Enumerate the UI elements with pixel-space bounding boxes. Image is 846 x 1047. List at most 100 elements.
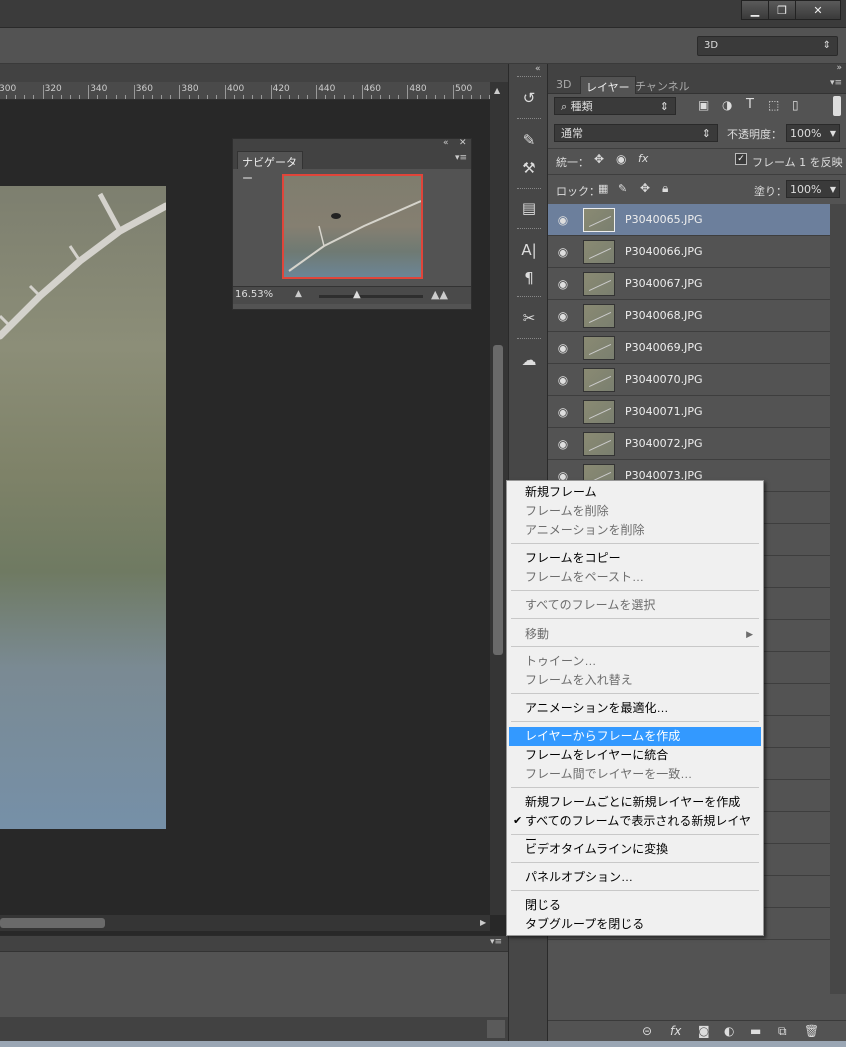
menu-item-new-layers-visible-all-frames[interactable]: ✔ すべてのフレームで表示される新規レイヤー xyxy=(509,812,761,847)
layer-row[interactable]: ◉ P3040066.JPG xyxy=(548,236,830,268)
submenu-arrow-icon: ▶ xyxy=(746,629,753,639)
lock-brush-icon[interactable]: ✎ xyxy=(618,182,627,195)
filter-kind-dropdown[interactable]: ⌕ 種類 ⇕ xyxy=(554,97,676,115)
menu-item-new-frame[interactable]: 新規フレーム xyxy=(509,483,761,502)
lock-label: ロック： xyxy=(556,185,600,198)
restore-button[interactable]: ❐ xyxy=(768,0,796,20)
menu-item-panel-options[interactable]: パネルオプション… xyxy=(509,868,761,887)
zoom-out-icon[interactable]: ▲ xyxy=(295,289,302,299)
character-icon[interactable]: A| xyxy=(517,238,541,262)
layers-tab-bar: 3D レイヤー チャンネル ▾≡ xyxy=(548,76,846,94)
zoom-value[interactable]: 16.53% xyxy=(235,289,273,300)
panel-menu-icon[interactable]: ▾≡ xyxy=(830,78,842,88)
unify-position-icon[interactable]: ✥ xyxy=(594,152,604,166)
collapse-panel-icon[interactable]: » xyxy=(836,63,842,73)
layer-row[interactable]: ◉ P3040069.JPG xyxy=(548,332,830,364)
navigator-menu-icon[interactable]: ▾≡ xyxy=(455,153,467,163)
eye-icon[interactable]: ◉ xyxy=(556,405,570,419)
filter-shape-icon[interactable]: ⬚ xyxy=(768,98,779,112)
menu-item-flatten-frames-into-layers[interactable]: フレームをレイヤーに統合 xyxy=(509,746,761,765)
lock-all-icon[interactable]: 🔒︎ xyxy=(662,181,668,196)
propagate-checkbox[interactable]: ✓ xyxy=(735,153,747,165)
menu-item-create-new-layer-per-frame[interactable]: 新規フレームごとに新規レイヤーを作成 xyxy=(509,793,761,812)
layer-row[interactable]: ◉ P3040065.JPG xyxy=(548,204,830,236)
menu-item-delete-frame[interactable]: フレームを削除 xyxy=(509,502,761,521)
zoom-slider-track[interactable] xyxy=(319,295,423,298)
menu-item-reverse-frames[interactable]: フレームを入れ替え xyxy=(509,671,761,690)
tab-navigator[interactable]: ナビゲーター xyxy=(237,151,303,185)
menu-item-delete-animation[interactable]: アニメーションを削除 xyxy=(509,521,761,540)
scroll-right-icon[interactable]: ▶ xyxy=(480,918,486,927)
navigator-preview[interactable] xyxy=(282,174,423,279)
lock-position-icon[interactable]: ✥ xyxy=(640,181,650,195)
menu-item-tween[interactable]: トゥイーン… xyxy=(509,652,761,671)
close-window-button[interactable]: ✕ xyxy=(795,0,841,20)
unify-style-icon[interactable]: fx xyxy=(638,152,648,165)
eye-icon[interactable]: ◉ xyxy=(556,437,570,451)
group-icon[interactable]: ▬ xyxy=(750,1024,761,1038)
taskbar xyxy=(0,1041,846,1047)
menu-item-close[interactable]: 閉じる xyxy=(509,896,761,915)
eye-icon[interactable]: ◉ xyxy=(556,277,570,291)
blend-mode-dropdown[interactable]: 通常 ⇕ xyxy=(554,124,718,142)
tab-channels[interactable]: チャンネル xyxy=(630,76,695,94)
menu-item-move[interactable]: 移動 ▶ xyxy=(509,625,761,644)
layer-comps-icon[interactable]: ▤ xyxy=(517,196,541,220)
menu-item-close-tab-group[interactable]: タブグループを閉じる xyxy=(509,915,761,934)
collapse-icon[interactable]: « xyxy=(443,138,449,148)
vertical-scroll-thumb[interactable] xyxy=(493,345,503,655)
layer-row[interactable]: ◉ P3040072.JPG xyxy=(548,428,830,460)
eye-icon[interactable]: ◉ xyxy=(556,309,570,323)
close-panel-icon[interactable]: ✕ xyxy=(459,138,467,148)
layer-row[interactable]: ◉ P3040071.JPG xyxy=(548,396,830,428)
workspace-dropdown[interactable]: 3D ⇕ xyxy=(697,36,838,56)
eye-icon[interactable]: ◉ xyxy=(556,341,570,355)
menu-item-select-all-frames[interactable]: すべてのフレームを選択 xyxy=(509,596,761,615)
mask-icon[interactable]: ◙ xyxy=(698,1024,710,1038)
zoom-in-icon[interactable]: ▲▲ xyxy=(431,288,448,301)
layer-row[interactable]: ◉ P3040068.JPG xyxy=(548,300,830,332)
menu-item-optimize-animation[interactable]: アニメーションを最適化… xyxy=(509,699,761,718)
menu-item-copy-frame[interactable]: フレームをコピー xyxy=(509,549,761,568)
unify-visibility-icon[interactable]: ◉ xyxy=(616,152,626,166)
paragraph-icon[interactable]: ¶ xyxy=(517,266,541,290)
menu-item-match-layer-across-frames[interactable]: フレーム間でレイヤーを一致… xyxy=(509,765,761,784)
panel-menu-icon[interactable]: ▾≡ xyxy=(490,937,502,947)
filter-adjustment-icon[interactable]: ◑ xyxy=(722,98,732,112)
filter-toggle[interactable] xyxy=(833,96,841,116)
scroll-up-icon[interactable]: ▲ xyxy=(494,86,500,95)
minimize-button[interactable]: ▁ xyxy=(741,0,769,20)
menu-item-convert-to-video-timeline[interactable]: ビデオタイムラインに変換 xyxy=(509,840,761,859)
tools-icon[interactable]: ✂ xyxy=(517,306,541,330)
filter-smart-object-icon[interactable]: ▯ xyxy=(792,98,799,112)
fx-icon[interactable]: fx xyxy=(670,1024,681,1038)
filter-pixel-icon[interactable]: ▣ xyxy=(698,98,709,112)
collapse-dock-icon[interactable]: « xyxy=(535,64,541,74)
opacity-field[interactable]: 100% ▼ xyxy=(786,124,840,142)
lock-transparent-icon[interactable]: ▦ xyxy=(598,182,608,195)
layer-row[interactable]: ◉ P3040067.JPG xyxy=(548,268,830,300)
menu-item-make-frames-from-layers[interactable]: レイヤーからフレームを作成 xyxy=(509,727,761,746)
layer-row[interactable]: ◉ P3040070.JPG xyxy=(548,364,830,396)
tab-3d[interactable]: 3D xyxy=(551,76,576,94)
history-icon[interactable]: ↺ xyxy=(517,86,541,110)
zoom-slider-handle[interactable]: ▲ xyxy=(353,289,361,300)
brush-presets-icon[interactable]: ✎ xyxy=(517,128,541,152)
filter-type-icon[interactable]: T xyxy=(746,97,754,112)
eye-icon[interactable]: ◉ xyxy=(556,213,570,227)
eye-icon[interactable]: ◉ xyxy=(556,373,570,387)
new-layer-icon[interactable]: ⧉ xyxy=(778,1024,787,1039)
layers-scrollbar[interactable] xyxy=(830,204,846,994)
tool-presets-icon[interactable]: ⚒ xyxy=(517,156,541,180)
adjustment-icon[interactable]: ◐ xyxy=(724,1024,734,1038)
trash-icon[interactable]: 🗑︎ xyxy=(804,1024,819,1038)
link-icon[interactable]: ⊝ xyxy=(642,1024,652,1038)
menu-item-paste-frame[interactable]: フレームをペースト… xyxy=(509,568,761,587)
horizontal-scroll-thumb[interactable] xyxy=(0,918,105,928)
grip-icon xyxy=(517,76,541,79)
tab-layers[interactable]: レイヤー xyxy=(580,76,636,94)
eye-icon[interactable]: ◉ xyxy=(556,245,570,259)
creative-cloud-icon[interactable]: ☁ xyxy=(517,348,541,372)
fill-field[interactable]: 100% ▼ xyxy=(786,180,840,198)
layer-thumbnail xyxy=(583,432,615,456)
